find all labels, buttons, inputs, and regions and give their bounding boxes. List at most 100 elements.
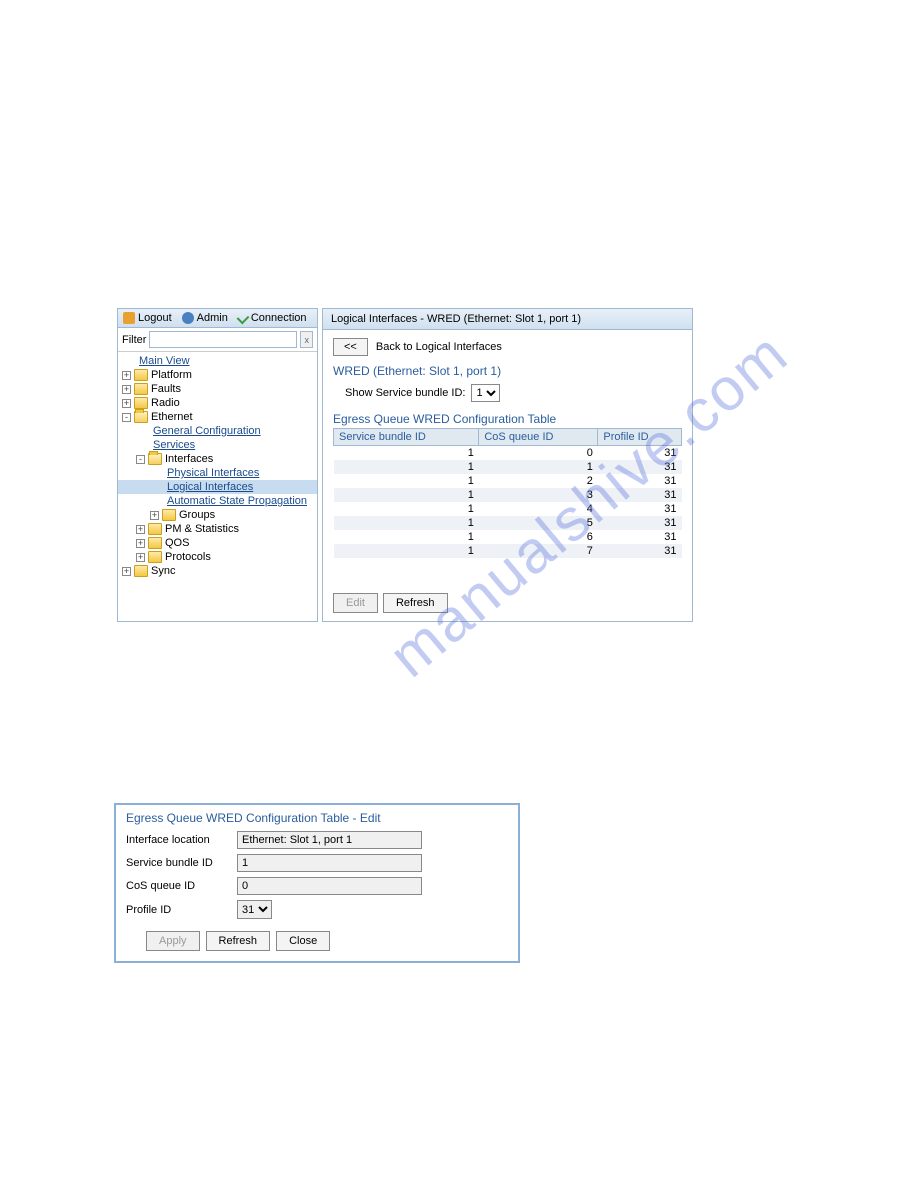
folder-icon (134, 369, 148, 381)
plus-icon[interactable]: + (150, 511, 159, 520)
wred-section-title: WRED (Ethernet: Slot 1, port 1) (333, 364, 682, 378)
tree-label: Logical Interfaces (167, 481, 253, 493)
logout-link[interactable]: Logout (123, 312, 172, 324)
cell: 1 (334, 544, 479, 558)
dialog-refresh-button[interactable]: Refresh (206, 931, 271, 951)
profile-id-select[interactable]: 31 (237, 900, 272, 919)
service-bundle-label: Service bundle ID (126, 857, 231, 869)
dialog-row-cos: CoS queue ID (126, 877, 508, 895)
cell: 2 (479, 474, 598, 488)
table-row[interactable]: 1631 (334, 530, 682, 544)
plus-icon[interactable]: + (122, 399, 131, 408)
tree-label: Automatic State Propagation (167, 495, 307, 507)
tree-protocols[interactable]: + Protocols (118, 550, 317, 564)
plus-icon[interactable]: + (122, 385, 131, 394)
tree-label: Physical Interfaces (167, 467, 259, 479)
cell: 31 (598, 460, 682, 474)
cell: 7 (479, 544, 598, 558)
refresh-button[interactable]: Refresh (383, 593, 448, 613)
folder-icon (134, 397, 148, 409)
tree-qos[interactable]: +QOS (118, 536, 317, 550)
table-row[interactable]: 1131 (334, 460, 682, 474)
tree-radio[interactable]: + Radio (118, 396, 317, 410)
main-body: << Back to Logical Interfaces WRED (Ethe… (323, 330, 692, 621)
filter-clear-button[interactable]: x (300, 331, 313, 348)
cell: 31 (598, 446, 682, 461)
tree-label: Interfaces (165, 453, 213, 465)
sidebar: Logout Admin Connection Filter x Main Vi… (117, 308, 318, 622)
plus-icon[interactable]: + (136, 553, 145, 562)
cell: 1 (334, 516, 479, 530)
tree-logical-interfaces[interactable]: Logical Interfaces (118, 480, 317, 494)
tree-label: Platform (151, 369, 192, 381)
tree-label: Main View (139, 355, 190, 367)
tree-faults[interactable]: +Faults (118, 382, 317, 396)
folder-icon (134, 565, 148, 577)
tree-groups[interactable]: +Groups (118, 508, 317, 522)
tree-label: PM & Statistics (165, 523, 239, 535)
dialog-buttons: Apply Refresh Close (146, 931, 508, 951)
table-row[interactable]: 1731 (334, 544, 682, 558)
cell: 31 (598, 502, 682, 516)
plus-icon[interactable]: + (136, 539, 145, 548)
tree-label: Radio (151, 397, 180, 409)
tree-platform[interactable]: + Platform (118, 368, 317, 382)
folder-icon (148, 537, 162, 549)
tree-label: General Configuration (153, 425, 261, 437)
dialog-title: Egress Queue WRED Configuration Table - … (126, 811, 508, 825)
table-row[interactable]: 1531 (334, 516, 682, 530)
app-window: Logout Admin Connection Filter x Main Vi… (117, 308, 693, 622)
admin-link[interactable]: Admin (182, 312, 228, 324)
tree-general-config[interactable]: General Configuration (118, 424, 317, 438)
main-panel: Logical Interfaces - WRED (Ethernet: Slo… (322, 308, 693, 622)
interface-location-label: Interface location (126, 834, 231, 846)
tree-auto-state-propagation[interactable]: Automatic State Propagation (118, 494, 317, 508)
cell: 31 (598, 516, 682, 530)
show-bundle-label: Show Service bundle ID: (345, 387, 465, 399)
table-row[interactable]: 1431 (334, 502, 682, 516)
minus-icon[interactable]: - (122, 413, 131, 422)
cell: 1 (334, 502, 479, 516)
tree-pm-statistics[interactable]: + PM & Statistics (118, 522, 317, 536)
col-cos-queue[interactable]: CoS queue ID (479, 429, 598, 446)
plus-icon[interactable]: + (136, 525, 145, 534)
filter-input[interactable] (149, 331, 297, 348)
check-icon (236, 312, 249, 325)
tree-sync[interactable]: + Sync (118, 564, 317, 578)
folder-icon (148, 523, 162, 535)
minus-icon[interactable]: - (136, 455, 145, 464)
nav-tree: Main View + Platform +Faults + Radio -Ethe… (118, 352, 317, 580)
close-button[interactable]: Close (276, 931, 330, 951)
back-button[interactable]: << (333, 338, 368, 356)
tree-ethernet[interactable]: -Ethernet (118, 410, 317, 424)
edit-button[interactable]: Edit (333, 593, 378, 613)
back-row: << Back to Logical Interfaces (333, 338, 682, 356)
folder-icon (162, 509, 176, 521)
apply-button[interactable]: Apply (146, 931, 200, 951)
dialog-row-sbid: Service bundle ID (126, 854, 508, 872)
tree-services[interactable]: Services (118, 438, 317, 452)
tree-label: Services (153, 439, 195, 451)
tree-label: Protocols (165, 551, 211, 563)
col-service-bundle[interactable]: Service bundle ID (334, 429, 479, 446)
table-row[interactable]: 1231 (334, 474, 682, 488)
dialog-row-interface: Interface location (126, 831, 508, 849)
service-bundle-field (237, 854, 422, 872)
edit-dialog: Egress Queue WRED Configuration Table - … (114, 803, 520, 963)
tree-physical-interfaces[interactable]: Physical Interfaces (118, 466, 317, 480)
folder-open-icon (134, 411, 148, 423)
page-title: Logical Interfaces - WRED (Ethernet: Slo… (323, 309, 692, 330)
table-title: Egress Queue WRED Configuration Table (333, 412, 682, 426)
tree-label: Sync (151, 565, 175, 577)
table-row[interactable]: 1031 (334, 446, 682, 461)
cell: 1 (479, 460, 598, 474)
show-bundle-select[interactable]: 1 (471, 384, 500, 402)
col-profile-id[interactable]: Profile ID (598, 429, 682, 446)
tree-interfaces[interactable]: - Interfaces (118, 452, 317, 466)
tree-main-view[interactable]: Main View (118, 354, 317, 368)
table-row[interactable]: 1331 (334, 488, 682, 502)
plus-icon[interactable]: + (122, 567, 131, 576)
plus-icon[interactable]: + (122, 371, 131, 380)
button-row: Edit Refresh (333, 593, 682, 613)
connection-link[interactable]: Connection (238, 312, 307, 324)
